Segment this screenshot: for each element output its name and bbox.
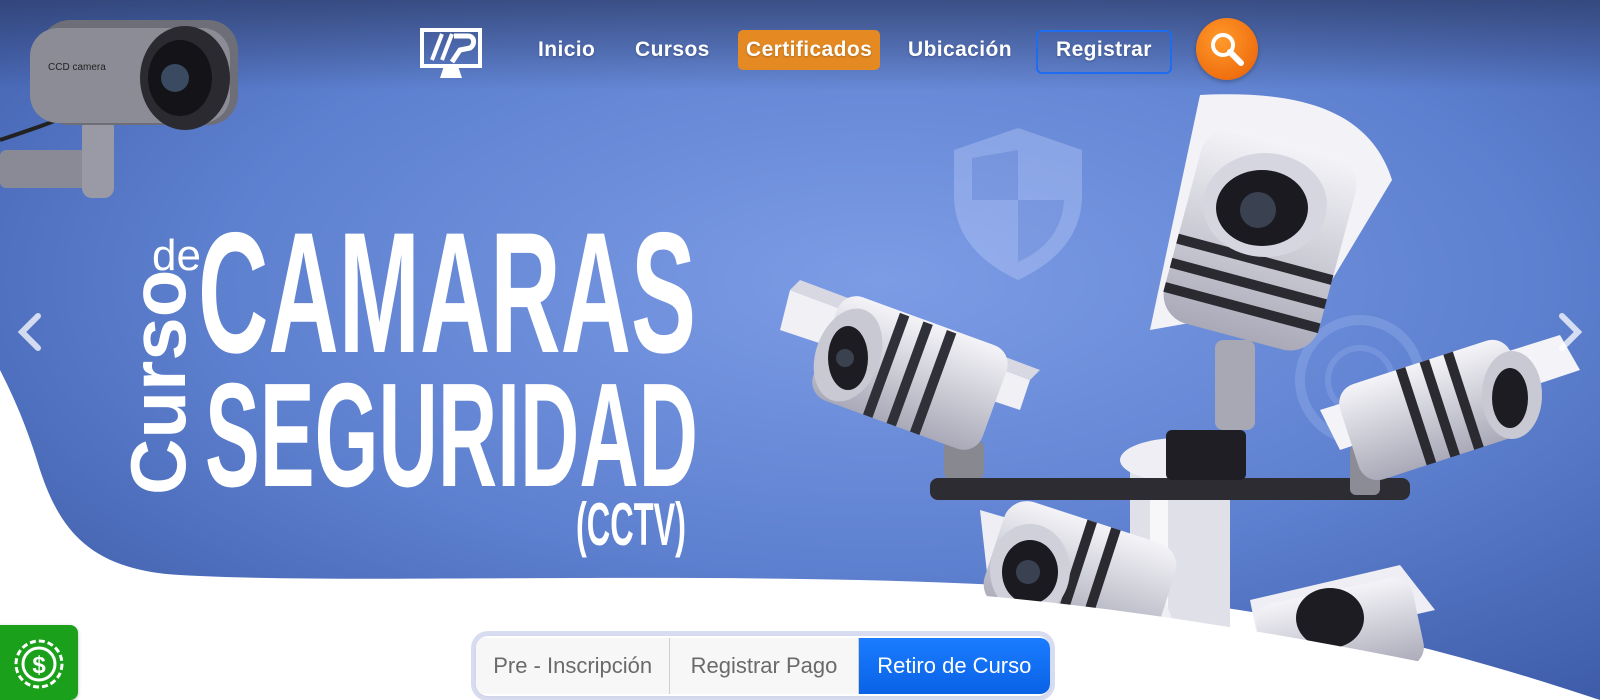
title-de: de (152, 231, 201, 280)
payment-float-button[interactable]: $ (0, 625, 78, 700)
registrar-pago-button[interactable]: Registrar Pago (670, 638, 859, 694)
title-cctv: (CCTV) (576, 491, 686, 558)
title-curso: Curso (114, 270, 202, 495)
course-actions: Pre - Inscripción Registrar Pago Retiro … (476, 636, 1050, 696)
top-navigation: Inicio Cursos Certificados Ubicación Reg… (0, 18, 1600, 82)
carousel-next-button[interactable] (1550, 308, 1590, 356)
svg-text:$: $ (32, 652, 46, 679)
nav-registrar[interactable]: Registrar (1036, 30, 1172, 74)
chevron-left-icon (17, 313, 41, 351)
chevron-right-icon (1559, 313, 1583, 351)
hero-title: Curso de CAMARAS SEGURIDAD (CCTV) (114, 197, 698, 558)
search-icon (1211, 33, 1244, 66)
logo[interactable] (418, 26, 484, 82)
dollar-coin-icon: $ (14, 639, 64, 689)
pre-inscripcion-button[interactable]: Pre - Inscripción (476, 638, 671, 694)
nav-certificados[interactable]: Certificados (738, 30, 881, 70)
search-button[interactable] (1196, 18, 1258, 80)
logo-icon (420, 28, 482, 78)
retiro-curso-button[interactable]: Retiro de Curso (858, 638, 1050, 694)
nav-cursos[interactable]: Cursos (627, 30, 718, 70)
nav-inicio[interactable]: Inicio (530, 30, 603, 70)
hero-banner: CCD camera Curso de CAMARAS SEGURIDAD (C… (0, 0, 1600, 700)
nav-ubicacion[interactable]: Ubicación (900, 30, 1020, 70)
carousel-prev-button[interactable] (10, 308, 50, 356)
